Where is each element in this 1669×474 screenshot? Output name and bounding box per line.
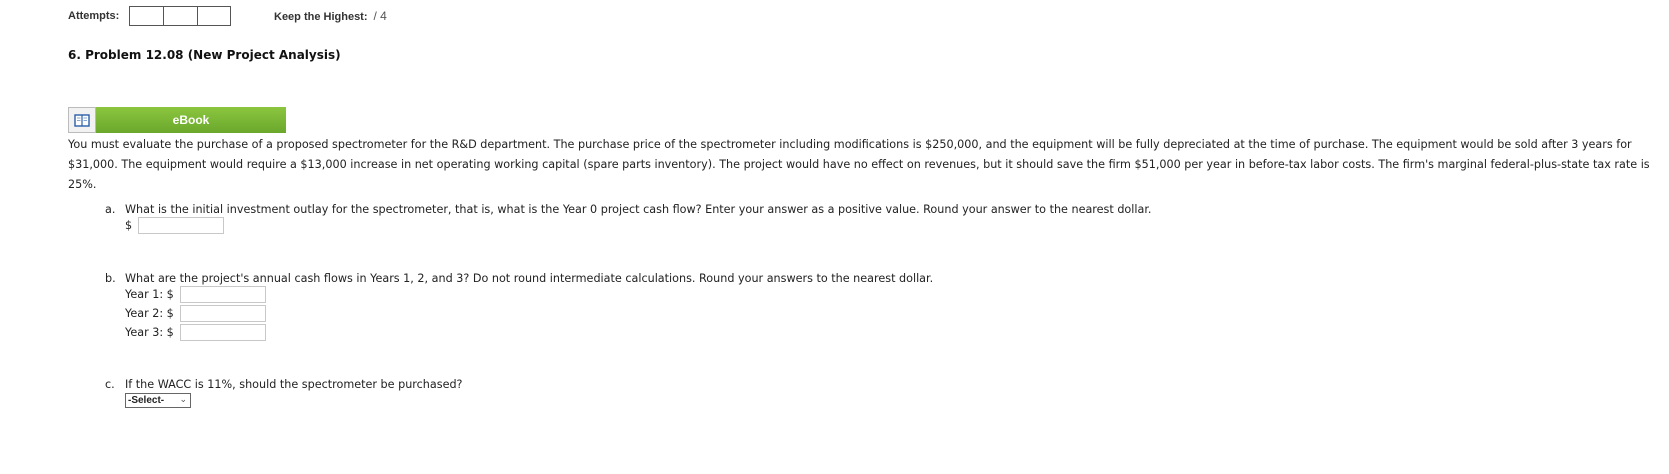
year-1-input[interactable]: [179, 286, 266, 303]
year-1-label: Year 1: $: [125, 288, 174, 301]
chevron-down-icon: ⌄: [179, 394, 187, 404]
part-c-answer-row: -Select- ⌄: [105, 391, 463, 410]
part-b: b. What are the project's annual cash flo…: [105, 272, 933, 342]
part-b-question-row: b. What are the project's annual cash flo…: [105, 272, 933, 285]
part-b-row-year-2: Year 2: $: [105, 304, 933, 323]
part-a-prefix: $: [125, 219, 133, 232]
part-b-row-year-1: Year 1: $: [105, 285, 933, 304]
year-3-input[interactable]: [179, 324, 266, 341]
year-2-input[interactable]: [179, 305, 266, 322]
attempt-box: [163, 6, 198, 26]
part-c-question-row: c. If the WACC is 11%, should the spectro…: [105, 378, 463, 391]
part-b-row-year-3: Year 3: $: [105, 323, 933, 342]
part-a: a. What is the initial investment outlay …: [105, 203, 1151, 235]
part-c: c. If the WACC is 11%, should the spectro…: [105, 378, 463, 410]
keep-highest: Keep the Highest: / 4: [274, 9, 387, 23]
part-c-select[interactable]: -Select- ⌄: [125, 393, 191, 408]
part-a-input[interactable]: [138, 217, 225, 234]
keep-highest-value: / 4: [373, 9, 387, 23]
book-icon[interactable]: [68, 107, 96, 133]
year-3-label: Year 3: $: [125, 326, 174, 339]
attempt-boxes: [129, 6, 232, 26]
problem-page: Attempts: Keep the Highest: / 4 6. Proble…: [0, 0, 1669, 474]
part-c-letter: c.: [105, 378, 115, 391]
problem-statement: You must evaluate the purchase of a prop…: [68, 138, 1650, 191]
part-a-question-row: a. What is the initial investment outlay …: [105, 203, 1151, 216]
attempt-box: [197, 6, 232, 26]
attempts-label: Attempts:: [68, 10, 120, 22]
part-a-answer-row: $: [105, 216, 1151, 235]
problem-title: 6. Problem 12.08 (New Project Analysis): [68, 48, 341, 62]
part-a-letter: a.: [105, 203, 116, 216]
ebook-button[interactable]: eBook: [96, 107, 286, 133]
part-c-question: If the WACC is 11%, should the spectrome…: [125, 378, 463, 391]
part-b-letter: b.: [105, 272, 116, 285]
keep-highest-label: Keep the Highest:: [274, 11, 368, 23]
part-b-question: What are the project's annual cash flows…: [125, 272, 934, 285]
part-a-question: What is the initial investment outlay fo…: [125, 203, 1152, 216]
ebook-bar: eBook: [68, 107, 286, 133]
attempt-box: [129, 6, 164, 26]
part-c-select-value: -Select-: [128, 395, 165, 406]
attempts-row: Attempts: Keep the Highest: / 4: [68, 5, 387, 27]
year-2-label: Year 2: $: [125, 307, 174, 320]
